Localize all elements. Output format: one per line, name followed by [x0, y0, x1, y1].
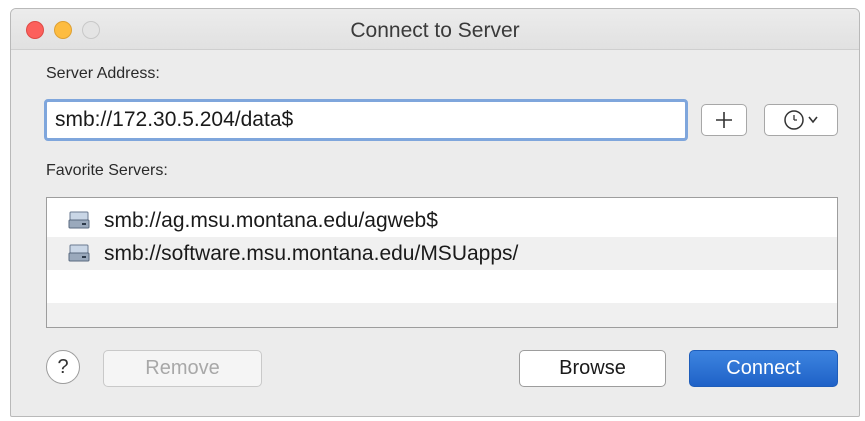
server-address-input[interactable] — [47, 102, 685, 138]
list-item-label: smb://software.msu.montana.edu/MSUapps/ — [104, 242, 519, 265]
clock-icon — [784, 110, 804, 130]
server-address-label: Server Address: — [46, 65, 160, 82]
network-drive-icon — [68, 211, 90, 229]
remove-button[interactable]: Remove — [103, 350, 262, 387]
list-item[interactable]: smb://software.msu.montana.edu/MSUapps/ — [47, 237, 837, 270]
connect-button[interactable]: Connect — [689, 350, 838, 387]
list-item[interactable]: smb://ag.msu.montana.edu/agweb$ — [47, 204, 837, 237]
browse-button[interactable]: Browse — [519, 350, 666, 387]
server-address-field[interactable] — [44, 99, 688, 141]
plus-icon — [716, 112, 732, 128]
connect-to-server-window: Connect to Server Server Address: Favori… — [10, 8, 860, 417]
network-drive-icon — [68, 244, 90, 262]
window-title: Connect to Server — [350, 19, 520, 42]
help-button[interactable]: ? — [46, 350, 80, 384]
list-item-label: smb://ag.msu.montana.edu/agweb$ — [104, 209, 438, 232]
favorite-servers-list[interactable]: smb://ag.msu.montana.edu/agweb$ smb://so… — [46, 197, 838, 328]
title-bar: Connect to Server — [11, 9, 859, 50]
recent-servers-button[interactable] — [764, 104, 838, 136]
add-favorite-button[interactable] — [701, 104, 747, 136]
empty-list-row — [47, 303, 837, 327]
chevron-down-icon — [808, 116, 818, 124]
favorite-servers-label: Favorite Servers: — [46, 162, 168, 179]
